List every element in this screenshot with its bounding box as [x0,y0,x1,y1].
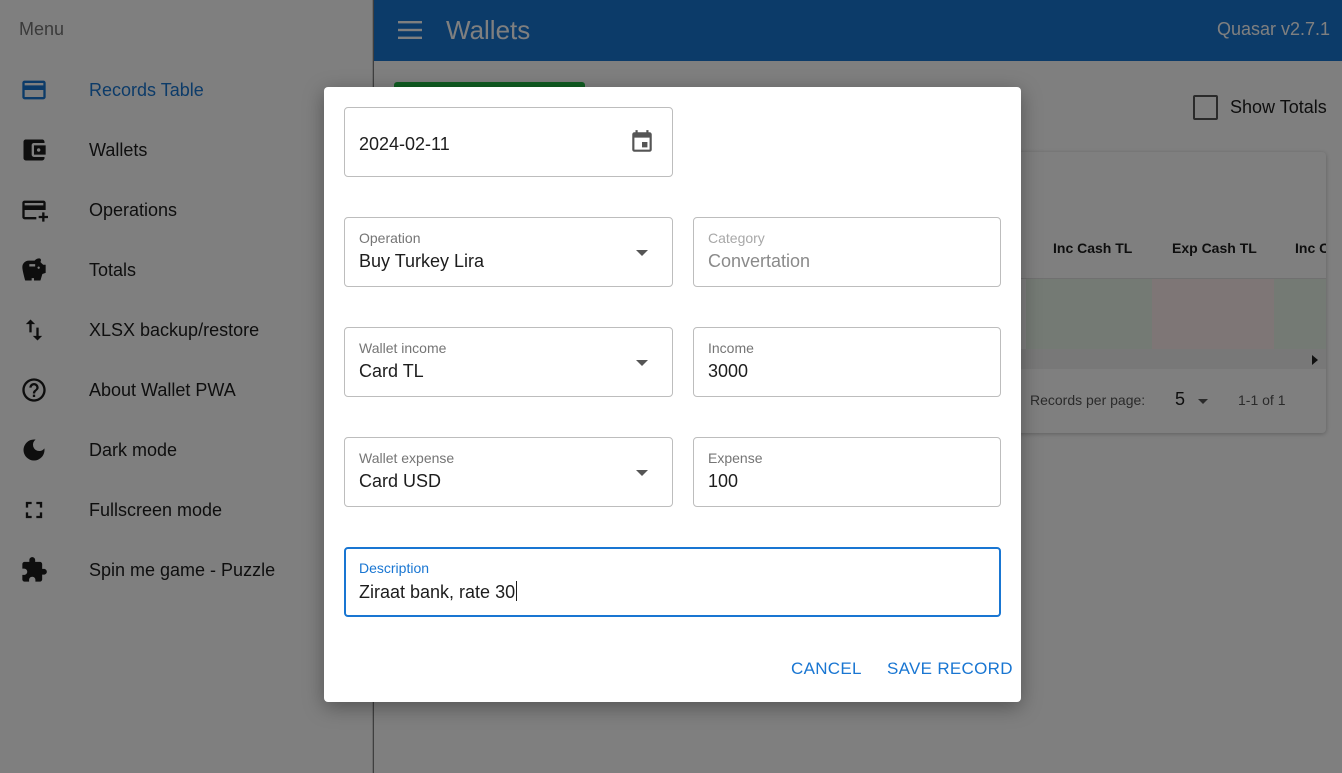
text-cursor [516,581,518,601]
wallet-expense-label: Wallet expense [359,450,455,466]
expense-value: 100 [708,471,739,491]
wallet-expense-select[interactable]: Wallet expense Card USD [344,437,673,507]
dropdown-arrow-icon[interactable] [636,250,648,256]
category-label: Category [708,230,765,246]
description-label: Description [359,560,430,576]
wallet-expense-value: Card USD [359,471,442,491]
description-text: Ziraat bank, rate 30 [359,582,516,602]
description-input[interactable]: Description Ziraat bank, rate 30 [344,547,1001,617]
wallet-income-label: Wallet income [359,340,447,356]
income-label: Income [708,340,754,356]
calendar-icon[interactable] [629,128,655,156]
income-value: 3000 [708,361,749,381]
date-value: 2024-02-11 [359,134,450,154]
wallet-income-value: Card TL [359,361,424,381]
description-value: Ziraat bank, rate 30 [359,581,518,603]
expense-label: Expense [708,450,763,466]
expense-input[interactable]: Expense 100 [693,437,1001,507]
save-record-button[interactable]: SAVE RECORD [887,659,1013,679]
operation-label: Operation [359,230,421,246]
wallet-income-select[interactable]: Wallet income Card TL [344,327,673,397]
record-dialog: 2024-02-11 Operation Buy Turkey Lira Cat… [324,87,1021,702]
cancel-button[interactable]: CANCEL [791,659,862,679]
dropdown-arrow-icon[interactable] [636,470,648,476]
category-field: Category Convertation [693,217,1001,287]
dropdown-arrow-icon[interactable] [636,360,648,366]
category-value: Convertation [708,251,811,271]
income-input[interactable]: Income 3000 [693,327,1001,397]
date-field[interactable]: 2024-02-11 [344,107,673,177]
operation-value: Buy Turkey Lira [359,251,485,271]
operation-select[interactable]: Operation Buy Turkey Lira [344,217,673,287]
